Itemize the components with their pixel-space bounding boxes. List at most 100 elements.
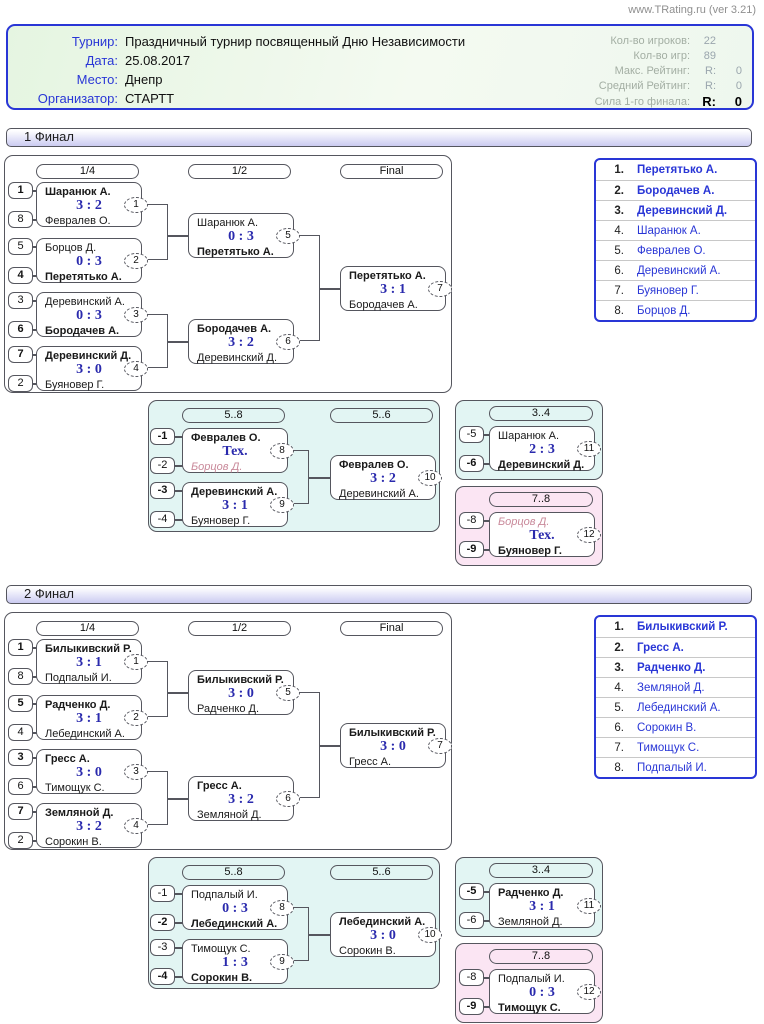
site-watermark: www.TRating.ru (ver 3.21) — [628, 4, 756, 16]
match-number: 5 — [276, 228, 300, 244]
round-label-5-6: 5..6 — [330, 408, 433, 423]
match-number: 2 — [124, 253, 148, 269]
player-top: Борцов Д. — [37, 241, 141, 255]
match-box-sf2: Бородачев А. 3 : 2 Деревинский Д. 6 — [188, 319, 294, 364]
player-top: Радченко Д. — [490, 886, 594, 900]
stat-final1-strength: Сила 1-го финала:R:0 — [572, 93, 742, 110]
match-box-final: Перетятько А. 3 : 1 Бородачев А. 7 — [340, 266, 446, 311]
player-bottom: Лебединский А. — [183, 917, 287, 931]
seed-box: 3 — [8, 749, 33, 766]
section-final-1: 1 Финал 1/4 1/2 Final 1 8 Шаранюк А. 3 :… — [0, 128, 764, 568]
player-bottom: Перетятько А. — [37, 270, 141, 284]
match-box-place34: Шаранюк А. 2 : 3 Деревинский Д. 11 — [489, 426, 595, 471]
seed-box: -2 — [150, 457, 175, 474]
seed-box: -4 — [150, 968, 175, 985]
round-label-5-6: 5..6 — [330, 865, 433, 880]
player-top: Лебединский А. — [331, 915, 435, 929]
match-number: 1 — [124, 197, 148, 213]
seed-box: -8 — [459, 969, 484, 986]
standings-row: 8.Борцов Д. — [596, 300, 755, 320]
match-number: 1 — [124, 654, 148, 670]
standings-row: 2.Бородачев А. — [596, 180, 755, 200]
match-box-cons2: Тимощук С. 1 : 3 Сорокин В. 9 — [182, 939, 288, 984]
connector — [288, 450, 309, 504]
tournament-info-box: Турнир: Праздничный турнир посвященный Дн… — [6, 24, 754, 110]
standings-row: 6.Сорокин В. — [596, 717, 755, 737]
player-top: Гресс А. — [37, 752, 141, 766]
player-bottom: Земляной Д. — [490, 915, 594, 929]
connector — [294, 235, 320, 341]
round-label-quarterfinal: 1/4 — [36, 621, 139, 636]
seed-box: -1 — [150, 885, 175, 902]
connector — [142, 204, 168, 260]
player-top: Билыкивский Р. — [37, 642, 141, 656]
standings-list: 1.Перетятько А. 2.Бородачев А. 3.Деревин… — [594, 158, 757, 322]
connector — [288, 907, 309, 961]
seed-box: -5 — [459, 883, 484, 900]
seed-box: 3 — [8, 292, 33, 309]
player-top: Деревинский А. — [37, 295, 141, 309]
standings-row: 4.Шаранюк А. — [596, 220, 755, 240]
match-number: 6 — [276, 334, 300, 350]
section-title: 2 Финал — [24, 586, 74, 601]
seed-box: 4 — [8, 267, 33, 284]
field-label-organizer: Организатор: — [18, 91, 118, 106]
player-bottom: Деревинский Д. — [490, 458, 594, 472]
seed-box: 4 — [8, 724, 33, 741]
seed-box: -6 — [459, 912, 484, 929]
player-bottom: Буяновер Г. — [183, 514, 287, 528]
player-top: Земляной Д. — [37, 806, 141, 820]
tournament-info-fields: Турнир: Праздничный турнир посвященный Дн… — [18, 32, 465, 108]
match-box-qf4: Деревинский Д. 3 : 0 Буяновер Г. 4 — [36, 346, 142, 391]
round-label-7-8: 7..8 — [489, 949, 593, 964]
standings-row: 3.Радченко Д. — [596, 657, 755, 677]
standings-row: 7.Тимощук С. — [596, 737, 755, 757]
seed-box: 7 — [8, 346, 33, 363]
match-number: 3 — [124, 764, 148, 780]
player-bottom: Земляной Д. — [189, 808, 293, 822]
round-label-quarterfinal: 1/4 — [36, 164, 139, 179]
match-number: 11 — [577, 898, 601, 914]
match-box-qf1: Шаранюк А. 3 : 2 Февралев О. 1 — [36, 182, 142, 227]
player-bottom: Перетятько А. — [189, 245, 293, 259]
field-value-date: 25.08.2017 — [125, 53, 190, 68]
match-number: 9 — [270, 497, 294, 513]
stat-avg-rating: Средний Рейтинг:R:0 — [572, 78, 742, 93]
round-label-semifinal: 1/2 — [188, 621, 291, 636]
standings-row: 8.Подпалый И. — [596, 757, 755, 777]
standings-row: 6.Деревинский А. — [596, 260, 755, 280]
stat-games: Кол-во игр:89 — [572, 48, 742, 63]
player-top: Шаранюк А. — [189, 216, 293, 230]
match-number: 8 — [270, 443, 294, 459]
match-number: 8 — [270, 900, 294, 916]
match-box-cons2: Деревинский А. 3 : 1 Буяновер Г. 9 — [182, 482, 288, 527]
field-label-tournament: Турнир: — [18, 34, 118, 49]
field-value-tournament: Праздничный турнир посвященный Дню Незав… — [125, 34, 465, 49]
round-label-semifinal: 1/2 — [188, 164, 291, 179]
match-number: 7 — [428, 738, 452, 754]
tournament-stats: Кол-во игроков:22 Кол-во игр:89 Макс. Ре… — [572, 33, 742, 110]
round-label-7-8: 7..8 — [489, 492, 593, 507]
connector — [294, 692, 320, 798]
section-final-2: 2 Финал 1/4 1/2 Final 1 8 Билыкивский Р.… — [0, 585, 764, 1024]
match-box-qf3: Деревинский А. 0 : 3 Бородачев А. 3 — [36, 292, 142, 337]
match-box-sf1: Шаранюк А. 0 : 3 Перетятько А. 5 — [188, 213, 294, 258]
seed-box: 5 — [8, 695, 33, 712]
seed-box: -8 — [459, 512, 484, 529]
player-bottom: Гресс А. — [341, 755, 445, 769]
seed-box: -6 — [459, 455, 484, 472]
player-top: Радченко Д. — [37, 698, 141, 712]
player-bottom: Деревинский А. — [331, 487, 435, 501]
player-bottom: Радченко Д. — [189, 702, 293, 716]
seed-box: 1 — [8, 182, 33, 199]
seed-box: 5 — [8, 238, 33, 255]
field-label-date: Дата: — [18, 53, 118, 68]
player-top: Перетятько А. — [341, 269, 445, 283]
seed-box: -4 — [150, 511, 175, 528]
tournament-report-page: www.TRating.ru (ver 3.21) Турнир: Праздни… — [0, 0, 764, 1024]
player-top: Билыкивский Р. — [341, 726, 445, 740]
connector — [142, 771, 168, 825]
match-box-final: Билыкивский Р. 3 : 0 Гресс А. 7 — [340, 723, 446, 768]
standings-list: 1.Билыкивский Р. 2.Гресс А. 3.Радченко Д… — [594, 615, 757, 779]
seed-box: -5 — [459, 426, 484, 443]
